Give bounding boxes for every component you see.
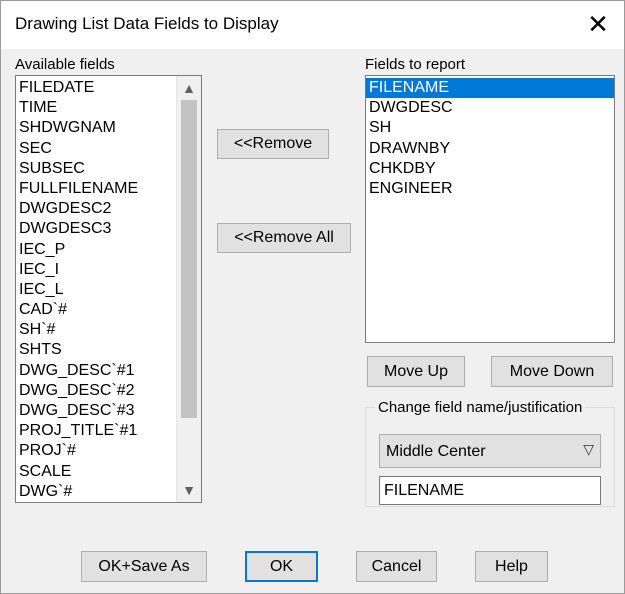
- help-button[interactable]: Help: [475, 551, 548, 582]
- change-field-group-label: Change field name/justification: [375, 399, 586, 416]
- report-field-item[interactable]: ENGINEER: [366, 179, 614, 199]
- available-field-item[interactable]: SEC: [16, 139, 176, 159]
- report-field-item[interactable]: SH: [366, 118, 614, 138]
- available-field-item[interactable]: DWG`#: [16, 482, 176, 502]
- available-fields-list[interactable]: FILEDATE TIME SHDWGNAM SEC SUBSEC FULLFILENAM…: [15, 75, 202, 503]
- available-list-scrollbar[interactable]: ▲ ▼: [176, 76, 201, 502]
- dialog-window: Drawing List Data Fields to Display ✕ Av…: [0, 0, 625, 594]
- available-field-item[interactable]: DWG_DESC`#3: [16, 401, 176, 421]
- title-bar: Drawing List Data Fields to Display ✕: [1, 1, 624, 49]
- ok-button[interactable]: OK: [245, 551, 318, 582]
- available-field-item[interactable]: CAD`#: [16, 300, 176, 320]
- available-field-item[interactable]: IEC_I: [16, 260, 176, 280]
- available-field-item[interactable]: TIME: [16, 98, 176, 118]
- justification-value: Middle Center: [386, 443, 486, 460]
- available-field-item[interactable]: SH`#: [16, 320, 176, 340]
- report-field-item[interactable]: CHKDBY: [366, 159, 614, 179]
- justification-dropdown[interactable]: Middle Center ▽: [379, 434, 601, 468]
- scroll-up-arrow-icon[interactable]: ▲: [177, 76, 201, 100]
- remove-button[interactable]: <<Remove: [217, 129, 329, 159]
- available-items-container: FILEDATE TIME SHDWGNAM SEC SUBSEC FULLFILENAM…: [16, 78, 176, 502]
- field-name-input[interactable]: [379, 476, 601, 505]
- available-field-item[interactable]: FILEDATE: [16, 78, 176, 98]
- report-field-item[interactable]: DRAWNBY: [366, 139, 614, 159]
- move-down-button[interactable]: Move Down: [491, 356, 613, 387]
- fields-to-report-list[interactable]: FILENAME DWGDESC SH DRAWNBY CHKDBY ENGINEER: [365, 75, 615, 343]
- available-field-item[interactable]: IEC_L: [16, 280, 176, 300]
- available-field-item[interactable]: SHDWGNAM: [16, 118, 176, 138]
- available-field-item[interactable]: IEC_P: [16, 240, 176, 260]
- available-field-item[interactable]: SCALE: [16, 462, 176, 482]
- close-icon[interactable]: ✕: [584, 9, 612, 39]
- remove-all-button[interactable]: <<Remove All: [217, 223, 351, 253]
- cancel-button[interactable]: Cancel: [356, 551, 437, 582]
- report-field-item[interactable]: FILENAME: [366, 78, 614, 99]
- available-field-item[interactable]: DWG_DESC`#1: [16, 361, 176, 381]
- report-items-container: FILENAME DWGDESC SH DRAWNBY CHKDBY ENGINEER: [366, 78, 614, 199]
- available-field-item[interactable]: DWGDESC2: [16, 199, 176, 219]
- fields-to-report-label: Fields to report: [365, 56, 466, 73]
- available-field-item[interactable]: DWG_DESC`#2: [16, 381, 176, 401]
- report-field-item[interactable]: DWGDESC: [366, 98, 614, 118]
- scroll-thumb[interactable]: [181, 100, 197, 418]
- move-up-button[interactable]: Move Up: [367, 356, 465, 387]
- chevron-down-icon: ▽: [583, 441, 594, 457]
- available-field-item[interactable]: DWGDESC3: [16, 219, 176, 239]
- available-field-item[interactable]: SHTS: [16, 340, 176, 360]
- available-field-item[interactable]: PROJ`#: [16, 441, 176, 461]
- available-fields-label: Available fields: [15, 56, 115, 73]
- available-field-item[interactable]: SUBSEC: [16, 159, 176, 179]
- dialog-title: Drawing List Data Fields to Display: [15, 14, 279, 33]
- ok-save-as-button[interactable]: OK+Save As: [81, 551, 207, 582]
- available-field-item[interactable]: PROJ_TITLE`#1: [16, 421, 176, 441]
- available-field-item[interactable]: FULLFILENAME: [16, 179, 176, 199]
- scroll-down-arrow-icon[interactable]: ▼: [177, 478, 201, 502]
